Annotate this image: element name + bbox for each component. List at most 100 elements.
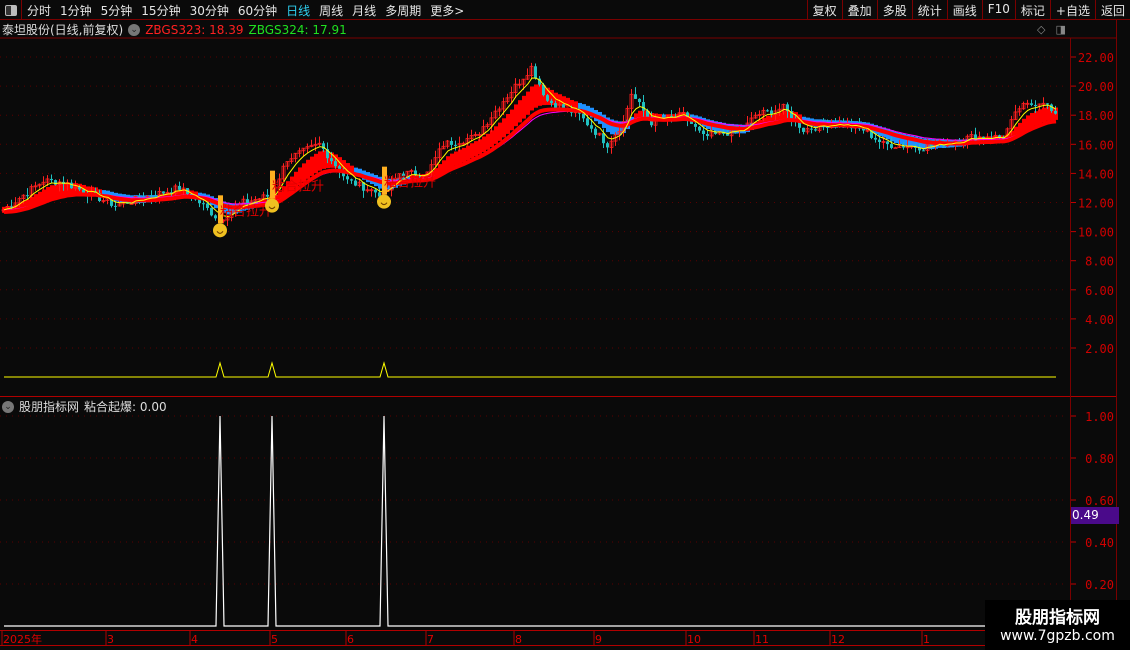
price-tick-label: 6.00	[1085, 284, 1114, 298]
indicator-tick-label: 0.20	[1085, 578, 1114, 592]
candle-body	[354, 180, 357, 186]
ma-band-segment	[490, 130, 494, 148]
candle-body	[346, 176, 349, 180]
ma-band-segment	[466, 145, 470, 161]
ma-band-segment	[1042, 107, 1046, 123]
candle-body	[10, 206, 13, 208]
candle-body	[602, 133, 605, 144]
ma-band-segment	[506, 114, 510, 134]
candle-body	[554, 103, 557, 108]
indicator-tick-label: 1.00	[1085, 410, 1114, 424]
candle-body	[350, 179, 353, 181]
price-tick-label: 4.00	[1085, 313, 1114, 327]
ma-band-segment	[454, 151, 458, 166]
signal-label: 粘合拉升	[220, 204, 272, 219]
indicator-tick-label: 0.40	[1085, 536, 1114, 550]
ma-band-segment	[502, 118, 506, 138]
candle-body	[670, 115, 673, 117]
ma-band-segment	[450, 153, 454, 168]
candle-body	[814, 129, 817, 131]
candle-body	[1034, 104, 1037, 107]
ma-band-segment	[462, 147, 466, 163]
ma-band-segment	[514, 104, 518, 127]
candle-body	[634, 94, 637, 99]
date-label: 8	[515, 633, 522, 646]
date-label: 1	[923, 633, 930, 646]
price-tick-label: 22.00	[1078, 51, 1114, 65]
candle-body	[922, 150, 925, 152]
candle-body	[214, 215, 217, 219]
price-tick-label: 10.00	[1078, 226, 1114, 240]
ma-band-segment	[494, 126, 498, 144]
indicator-tick-label: 0.60	[1085, 494, 1114, 508]
ma-band-segment	[482, 136, 486, 153]
dropdown-icon[interactable]: ⌄	[2, 400, 14, 413]
candle-body	[810, 128, 813, 130]
candle-body	[642, 102, 645, 111]
candle-body	[70, 182, 73, 189]
date-label: 5	[271, 633, 278, 646]
ma-band-segment	[478, 139, 482, 155]
smiley-icon	[265, 198, 279, 213]
ma-band-segment	[458, 149, 462, 164]
candle-body	[582, 113, 585, 119]
date-label: 12	[831, 633, 845, 646]
candle-body	[26, 195, 29, 197]
candle-body	[890, 144, 893, 148]
ma-band-segment	[306, 159, 310, 179]
candle-body	[1054, 110, 1057, 114]
price-tick-label: 8.00	[1085, 255, 1114, 269]
ma-band-segment	[530, 86, 534, 111]
candle-body	[210, 207, 213, 216]
candle-body	[50, 178, 53, 181]
ma-band-segment	[474, 141, 478, 157]
candle-body	[766, 110, 769, 112]
candle-body	[878, 139, 881, 142]
candle-body	[726, 133, 729, 136]
cursor-value-label: 0.49	[1071, 507, 1119, 524]
price-tick-label: 2.00	[1085, 342, 1114, 356]
candle-body	[54, 180, 57, 185]
candle-body	[330, 158, 333, 162]
ma-band-segment	[526, 91, 530, 115]
ma-band-segment	[46, 187, 50, 200]
ma-band-segment	[1030, 112, 1034, 128]
candle-body	[150, 196, 153, 198]
ma-band-segment	[318, 151, 322, 171]
indicator-title: ⌄ 股朋指标网 粘合起爆: 0.00	[2, 398, 167, 415]
ma-band-segment	[446, 156, 450, 170]
watermark: 股朋指标网 www.7gpzb.com	[985, 600, 1130, 650]
smiley-icon	[377, 194, 391, 209]
date-label: 2025年	[3, 632, 42, 646]
ma-band-segment	[322, 150, 326, 169]
watermark-name: 股朋指标网	[1015, 608, 1100, 628]
candle-body	[606, 143, 609, 148]
chart-canvas[interactable]: 2.00 4.00 6.00 8.00 10.00 12.00 14.00 16.00 18.0…	[0, 0, 1130, 650]
date-label: 4	[191, 633, 198, 646]
signal-label: 粘合拉升	[272, 180, 324, 195]
smiley-icon	[213, 223, 227, 238]
candle-body	[266, 194, 269, 197]
candle-body	[590, 125, 593, 129]
indicator-value: 粘合起爆: 0.00	[84, 400, 167, 414]
ma-band-segment	[1026, 115, 1030, 130]
ma-band-segment	[1038, 109, 1042, 125]
candle-body	[706, 134, 709, 136]
candle-body	[594, 128, 597, 135]
ma-band-segment	[470, 143, 474, 159]
candle-body	[1030, 103, 1033, 105]
ma-band-segment	[50, 185, 54, 199]
indicator-line	[4, 415, 1056, 627]
candle-body	[802, 127, 805, 132]
candle-body	[246, 199, 249, 203]
candle-body	[450, 140, 453, 145]
watermark-url: www.7gpzb.com	[1000, 628, 1115, 644]
candle-body	[886, 141, 889, 145]
candle-body	[114, 205, 117, 207]
ma-band-segment	[574, 101, 578, 109]
candle-body	[546, 95, 549, 101]
price-tick-label: 16.00	[1078, 138, 1114, 152]
candle-body	[694, 123, 697, 127]
candle-body	[334, 161, 337, 167]
indicator-tick-label: 0.80	[1085, 452, 1114, 466]
